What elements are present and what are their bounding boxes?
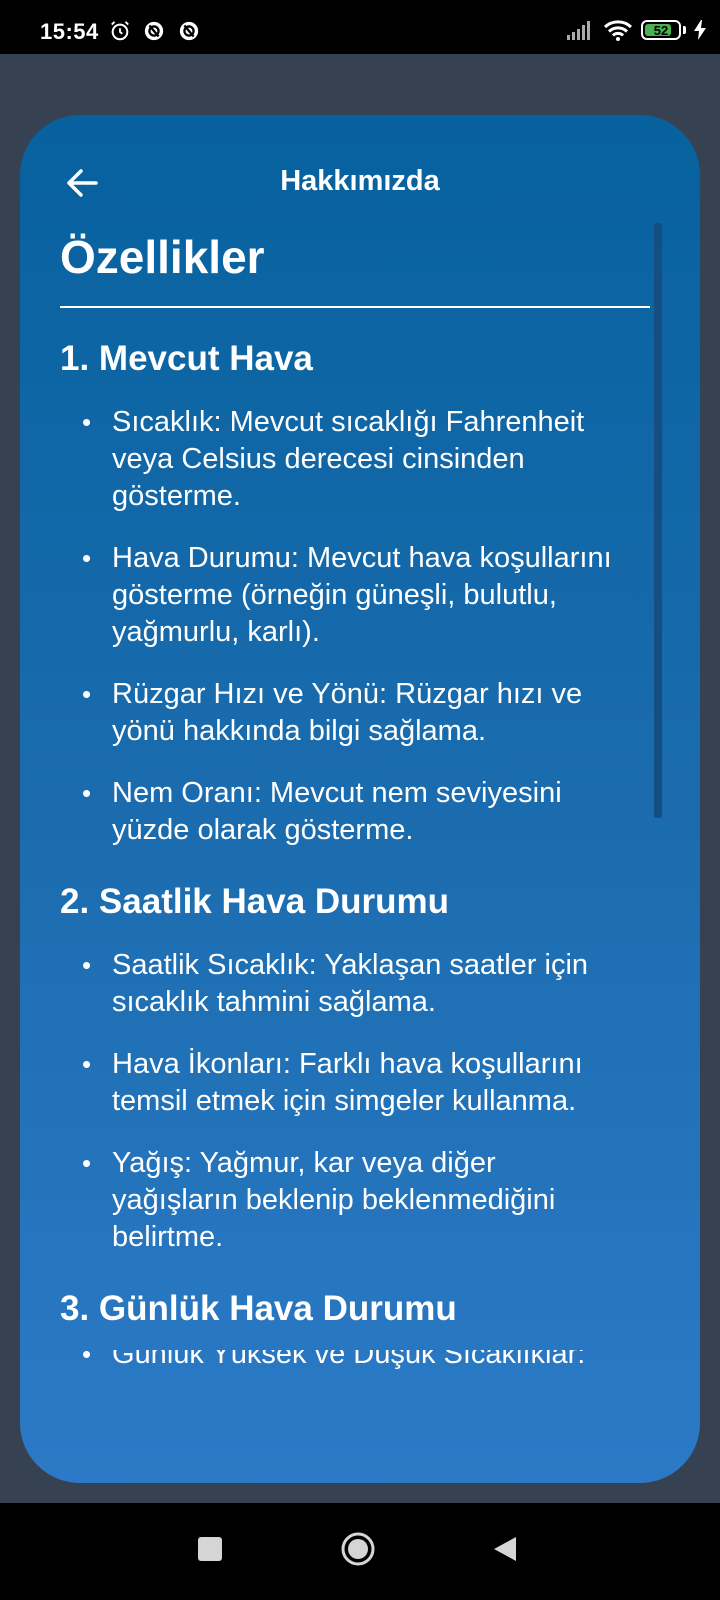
scrollbar[interactable] <box>654 223 662 818</box>
divider <box>60 306 650 308</box>
battery-icon: 52 <box>641 20 681 40</box>
back-button[interactable] <box>492 1535 518 1563</box>
about-card: Hakkımızda Özellikler 1. Mevcut Hava Sıc… <box>20 115 700 1483</box>
list-item: Saatlik Sıcaklık: Yaklaşan saatler için … <box>60 947 650 1021</box>
notification-icon <box>179 21 199 41</box>
section-title: 3. Günlük Hava Durumu <box>60 1289 457 1328</box>
recent-apps-button[interactable] <box>198 1537 222 1561</box>
battery-tip <box>683 26 686 34</box>
list-item: Hava Durumu: Mevcut hava koşullarını gös… <box>60 540 650 651</box>
header-title: Hakkımızda <box>280 165 440 197</box>
section-title: 2. Saatlik Hava Durumu <box>60 882 450 921</box>
status-bar: 15:54 52 <box>0 0 720 54</box>
page-title: Özellikler <box>60 231 265 283</box>
wifi-icon <box>603 20 633 41</box>
status-time: 15:54 <box>40 19 99 44</box>
list-item: Sıcaklık: Mevcut sıcaklığı Fahrenheit ve… <box>60 404 650 515</box>
list-item: Rüzgar Hızı ve Yönü: Rüzgar hızı ve yönü… <box>60 676 650 750</box>
list-item: Nem Oranı: Mevcut nem seviyesini yüzde o… <box>60 775 650 849</box>
status-icons: 52 <box>567 18 706 42</box>
charging-icon <box>694 20 706 40</box>
battery-level: 52 <box>653 22 669 38</box>
section-title: 1. Mevcut Hava <box>60 339 313 378</box>
notification-icon <box>144 21 164 41</box>
home-button[interactable] <box>341 1532 375 1566</box>
alarm-icon <box>111 21 129 41</box>
list-item: Yağış: Yağmur, kar veya diğer yağışların… <box>60 1145 650 1256</box>
feature-list: Sıcaklık: Mevcut sıcaklığı Fahrenheit ve… <box>60 404 650 849</box>
feature-list: Günlük Yüksek ve Düşük Sıcaklıklar: <box>60 1350 650 1370</box>
feature-list: Saatlik Sıcaklık: Yaklaşan saatler için … <box>60 947 650 1256</box>
scroll-content[interactable]: Özellikler 1. Mevcut Hava Sıcaklık: Mevc… <box>60 225 650 1483</box>
list-item: Günlük Yüksek ve Düşük Sıcaklıklar: <box>60 1350 650 1370</box>
navigation-bar <box>0 1503 720 1600</box>
list-item: Hava İkonları: Farklı hava koşullarını t… <box>60 1046 650 1120</box>
signal-icon <box>567 21 590 40</box>
